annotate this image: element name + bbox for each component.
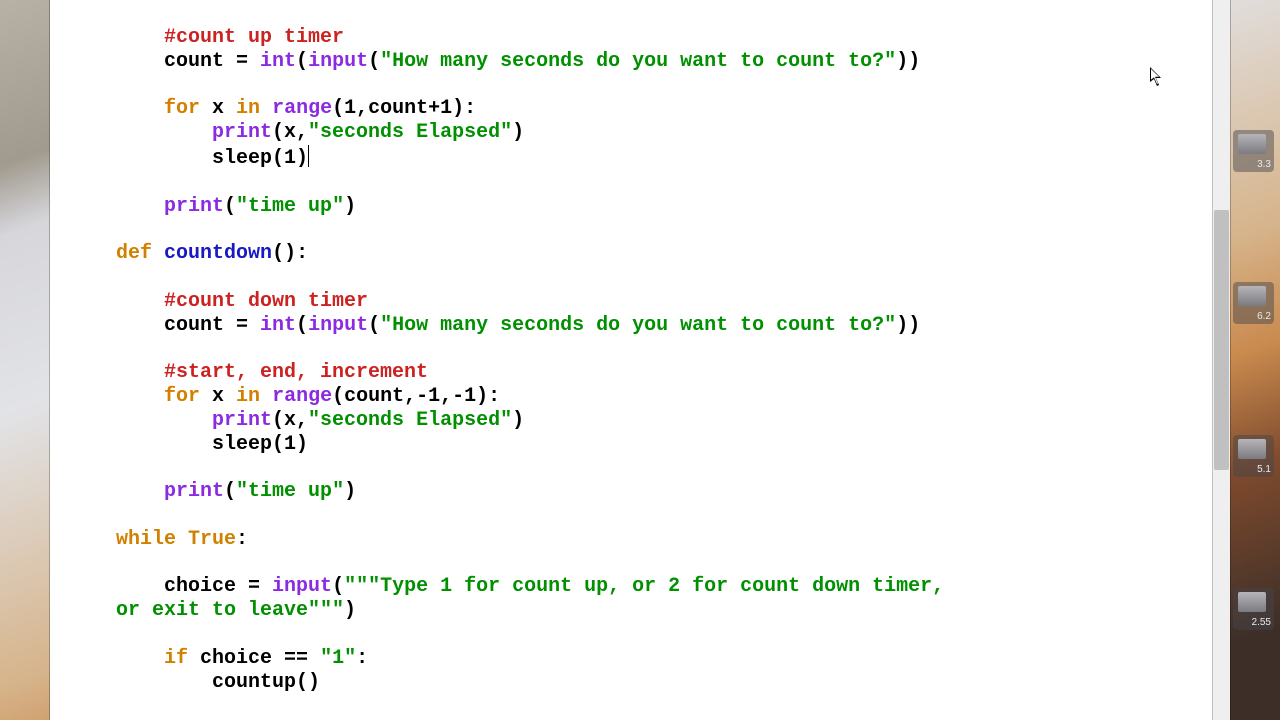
code-token: ) [344,195,356,218]
code-token: print [164,480,224,503]
code-editor-window: #count up timer count = int(input("How m… [50,0,1230,720]
code-token: : [356,647,368,670]
code-token: for [164,385,200,408]
code-token: "How many seconds do you want to count t… [380,314,896,337]
code-token: """Type 1 for count up, or 2 for count d… [344,575,944,598]
code-token: "time up" [236,480,344,503]
code-token: countdown [164,242,272,265]
code-token: ( [332,575,344,598]
code-token: for [164,97,200,120]
code-token: (1,count+1): [332,97,476,120]
code-token: #count up timer [164,26,344,49]
code-token: "1" [320,647,356,670]
code-token: choice == [188,647,320,670]
code-token: )) [896,50,920,73]
code-token: "time up" [236,195,344,218]
code-token: while [116,528,176,551]
code-area[interactable]: #count up timer count = int(input("How m… [66,0,1212,720]
code-token: print [212,409,272,432]
desktop-wallpaper: 3.3 6.2 5.1 2.55 #count up timer count =… [0,0,1280,720]
code-token: ( [368,50,380,73]
code-content[interactable]: #count up timer count = int(input("How m… [66,0,1212,694]
code-token: input [308,314,368,337]
code-token [176,528,188,551]
code-token: #start, end, increment [164,361,428,384]
code-token: #count down timer [164,290,368,313]
code-token: sleep(1) [212,147,308,170]
code-token: input [308,50,368,73]
code-token: range [272,97,332,120]
scrollbar-thumb[interactable] [1214,210,1229,470]
code-token: count = [164,50,260,73]
code-token: in [236,97,260,120]
code-token: (x, [272,121,308,144]
code-token: range [272,385,332,408]
code-token [260,385,272,408]
code-token: int [260,50,296,73]
code-token: "seconds Elapsed" [308,409,512,432]
code-token: x [200,385,236,408]
code-token: "How many seconds do you want to count t… [380,50,896,73]
code-token: ( [296,314,308,337]
screenshot-label: 5.1 [1257,464,1271,475]
code-token: int [260,314,296,337]
code-token: (): [272,242,308,265]
code-token: def [116,242,152,265]
code-token: )) [896,314,920,337]
code-token: sleep(1) [212,433,308,456]
code-token: if [164,647,188,670]
code-token: countup() [212,671,320,694]
code-token: ) [344,599,356,622]
code-token: ( [224,195,236,218]
code-token: "seconds Elapsed" [308,121,512,144]
code-token: count = [164,314,260,337]
screenshot-label: 3.3 [1257,159,1271,170]
desktop-icons-column: 3.3 6.2 5.1 2.55 [1234,0,1274,720]
code-token: ) [512,121,524,144]
screenshot-icon[interactable]: 6.2 [1233,282,1274,324]
vertical-scrollbar[interactable] [1212,0,1230,720]
screenshot-label: 6.2 [1257,311,1271,322]
code-token [152,242,164,265]
code-token: ( [296,50,308,73]
code-token: in [236,385,260,408]
code-token [260,97,272,120]
code-token: or exit to leave""" [116,599,344,622]
code-token: choice = [164,575,272,598]
code-token: print [164,195,224,218]
code-token: (x, [272,409,308,432]
code-token: True [188,528,236,551]
code-token: x [200,97,236,120]
code-token: ( [224,480,236,503]
screenshot-label: 2.55 [1252,617,1271,628]
code-token: print [212,121,272,144]
code-token: ( [368,314,380,337]
editor-gutter [50,0,66,720]
code-token: (count,-1,-1): [332,385,500,408]
code-token: ) [512,409,524,432]
code-token: ) [344,480,356,503]
text-caret [308,145,309,167]
code-token: : [236,528,248,551]
code-token: input [272,575,332,598]
screenshot-icon[interactable]: 5.1 [1233,435,1274,477]
screenshot-icon[interactable]: 2.55 [1233,588,1274,630]
screenshot-icon[interactable]: 3.3 [1233,130,1274,172]
